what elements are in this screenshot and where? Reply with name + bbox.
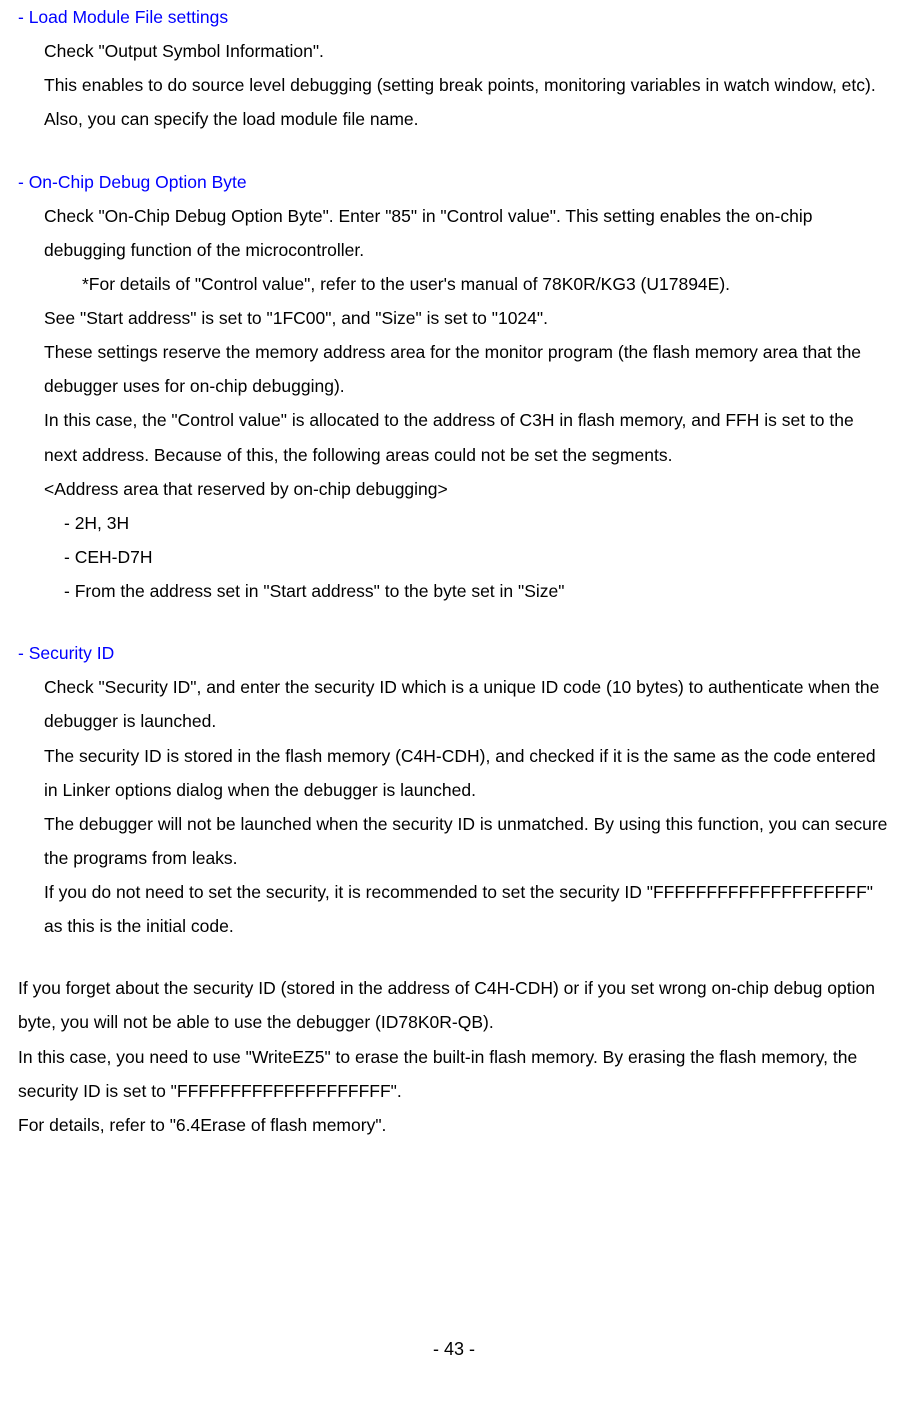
text-onchip-list2: - CEH-D7H — [64, 540, 890, 574]
text-onchip-p3: These settings reserve the memory addres… — [44, 335, 890, 403]
text-onchip-p5: <Address area that reserved by on-chip d… — [44, 472, 890, 506]
text-onchip-list3: - From the address set in "Start address… — [64, 574, 890, 608]
text-security-p2: The security ID is stored in the flash m… — [44, 739, 890, 807]
text-security-p1: Check "Security ID", and enter the secur… — [44, 670, 890, 738]
text-load-p2: This enables to do source level debuggin… — [44, 68, 890, 102]
heading-load-module: - Load Module File settings — [18, 0, 890, 34]
text-load-p1: Check "Output Symbol Information". — [44, 34, 890, 68]
text-onchip-p2: See "Start address" is set to "1FC00", a… — [44, 301, 890, 335]
heading-security: - Security ID — [18, 636, 890, 670]
text-security-p3: The debugger will not be launched when t… — [44, 807, 890, 875]
text-onchip-p4: In this case, the "Control value" is all… — [44, 403, 890, 471]
text-onchip-list1: - 2H, 3H — [64, 506, 890, 540]
heading-onchip: - On-Chip Debug Option Byte — [18, 165, 890, 199]
text-onchip-p1: Check "On-Chip Debug Option Byte". Enter… — [44, 199, 890, 267]
text-footer-p2: In this case, you need to use "WriteEZ5"… — [18, 1040, 890, 1108]
text-footer-p3: For details, refer to "6.4Erase of flash… — [18, 1108, 890, 1142]
text-footer-p1: If you forget about the security ID (sto… — [18, 971, 890, 1039]
page-number: - 43 - — [18, 1332, 890, 1367]
text-onchip-note: *For details of "Control value", refer t… — [82, 267, 890, 301]
text-load-p3: Also, you can specify the load module fi… — [44, 102, 890, 136]
text-security-p4: If you do not need to set the security, … — [44, 875, 890, 943]
